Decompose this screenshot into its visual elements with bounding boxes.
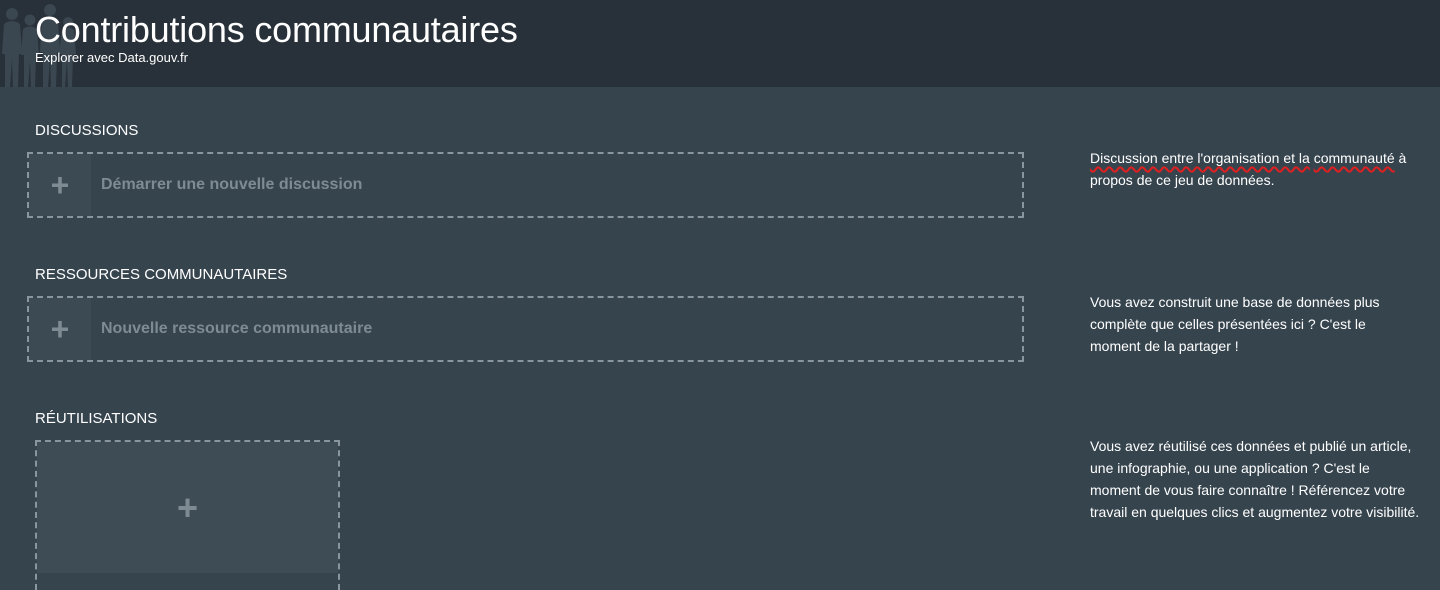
- add-reuse-button[interactable]: +: [35, 440, 340, 590]
- discussions-description-part2: communauté: [1313, 150, 1395, 166]
- discussions-description: Discussion entre l'organisation et la co…: [1090, 147, 1420, 191]
- plus-icon: +: [29, 298, 91, 360]
- community-resources-description: Vous avez construit une base de données …: [1090, 294, 1380, 354]
- new-community-resource-label: Nouvelle ressource communautaire: [91, 298, 1022, 360]
- new-discussion-button[interactable]: + Démarrer une nouvelle discussion: [27, 152, 1024, 218]
- new-community-resource-button[interactable]: + Nouvelle ressource communautaire: [27, 296, 1024, 362]
- page-title: Contributions communautaires: [35, 9, 518, 50]
- page-subtitle: Explorer avec Data.gouv.fr: [35, 50, 188, 65]
- plus-icon: +: [176, 486, 199, 528]
- discussions-description-part1: Discussion entre l'organisation et la: [1090, 150, 1310, 166]
- section-title-community-resources: RESSOURCES COMMUNAUTAIRES: [35, 266, 288, 283]
- plus-icon: +: [29, 154, 91, 216]
- page-header: Contributions communautaires Explorer av…: [0, 0, 1440, 87]
- reuses-description: Vous avez réutilisé ces données et publi…: [1090, 438, 1420, 520]
- section-title-reuses: RÉUTILISATIONS: [35, 410, 158, 427]
- add-reuse-tile[interactable]: +: [37, 442, 338, 573]
- section-title-discussions: DISCUSSIONS: [35, 122, 139, 139]
- new-discussion-label: Démarrer une nouvelle discussion: [91, 154, 1022, 216]
